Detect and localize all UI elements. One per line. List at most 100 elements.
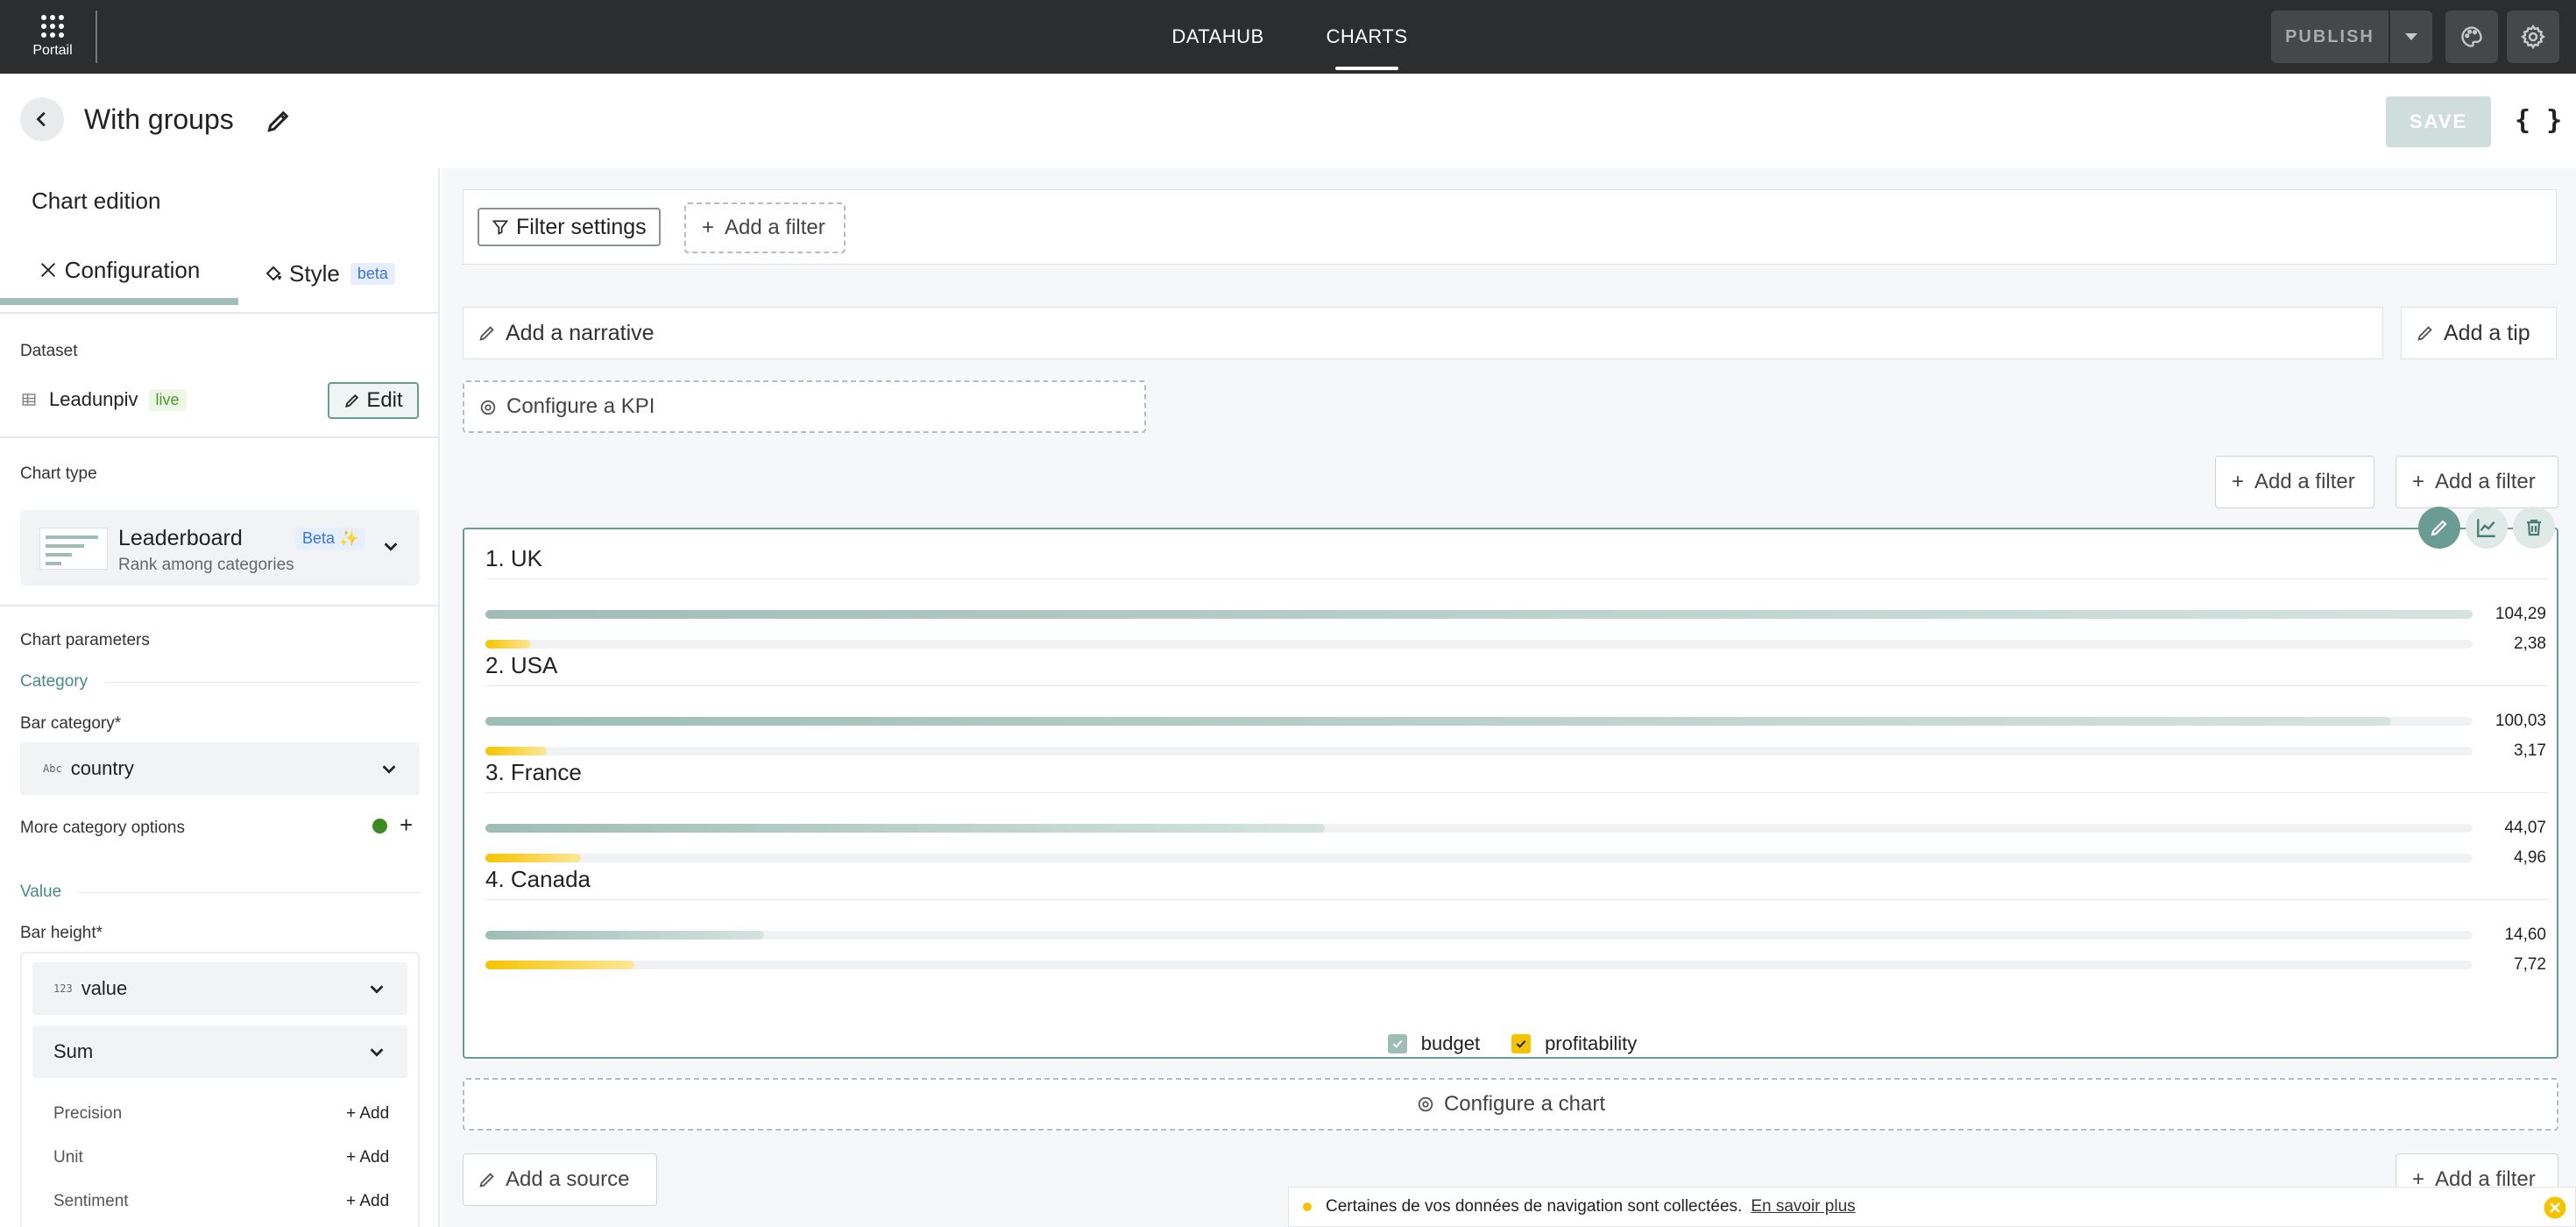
- bar-category-label: Bar category*: [20, 714, 122, 733]
- cookie-text: Certaines de vos données de navigation s…: [1326, 1197, 1743, 1216]
- add-tip-button[interactable]: Add a tip: [2401, 307, 2557, 359]
- delete-chart-button[interactable]: [2513, 507, 2555, 549]
- tab-configuration[interactable]: Configuration: [0, 242, 238, 305]
- legend-item-profitability[interactable]: profitability: [1511, 1032, 1637, 1055]
- save-button[interactable]: SAVE: [2386, 96, 2491, 147]
- budget-bar[interactable]: [485, 824, 1325, 833]
- close-icon[interactable]: [2542, 1195, 2568, 1221]
- chevron-down-icon: [370, 985, 384, 994]
- pencil-icon: [479, 1173, 494, 1188]
- apps-grid-icon: [41, 15, 64, 38]
- chart-type-select[interactable]: Leaderboard Beta ✨ Rank among categories: [20, 510, 420, 585]
- edit-dataset-label: Edit: [366, 388, 403, 412]
- aggregation-select[interactable]: Sum: [32, 1025, 407, 1078]
- profitability-bar-track: [485, 640, 2473, 649]
- profitability-bar[interactable]: [485, 961, 634, 969]
- more-category-options-label[interactable]: More category options: [20, 819, 185, 838]
- add-filter-label: Add a filter: [725, 216, 825, 239]
- profitability-value-label: 7,72: [2514, 955, 2546, 974]
- leaderboard-thumbnail-icon: [39, 528, 108, 570]
- add-category-option-button[interactable]: +: [400, 812, 413, 839]
- budget-bar-track: [485, 717, 2473, 726]
- configure-kpi-button[interactable]: Configure a KPI: [463, 380, 1146, 433]
- aggregation-value: Sum: [53, 1040, 94, 1062]
- sidebar-title: Chart edition: [32, 188, 161, 214]
- chart-parameters-title: Chart parameters: [20, 631, 150, 649]
- bar-height-select[interactable]: 123 value: [32, 962, 407, 1015]
- add-narrative-button[interactable]: Add a narrative: [463, 307, 2383, 359]
- publish-button[interactable]: PUBLISH: [2271, 11, 2388, 63]
- filter-settings-label: Filter settings: [516, 214, 647, 239]
- budget-bar[interactable]: [485, 610, 2473, 619]
- edit-chart-button[interactable]: [2418, 507, 2460, 549]
- portail-menu-button[interactable]: Portail: [21, 9, 84, 65]
- plus-icon: +: [2232, 470, 2245, 493]
- json-editor-button[interactable]: { }: [2515, 105, 2562, 136]
- tools-icon: [40, 263, 55, 277]
- chart-type-description: Rank among categories: [118, 556, 294, 574]
- dataset-label: Dataset: [20, 342, 78, 360]
- tab-style[interactable]: Style beta: [263, 242, 438, 305]
- number-type-icon: 123: [53, 982, 73, 995]
- add-label: Add: [359, 1104, 390, 1123]
- add-unit-button[interactable]: + Add: [346, 1148, 389, 1167]
- row-divider: [485, 792, 2548, 793]
- value-field-group: 123 value Sum Precision + Add Unit + Add…: [20, 952, 420, 1227]
- profitability-bar[interactable]: [485, 747, 547, 755]
- configure-chart-button[interactable]: Configure a chart: [463, 1078, 2558, 1131]
- edit-dataset-button[interactable]: Edit: [328, 382, 419, 419]
- chart-insights-button[interactable]: [2466, 507, 2508, 549]
- filter-icon: [492, 220, 509, 235]
- pencil-icon: [479, 326, 494, 341]
- dataset-row: Leadunpiv live: [21, 388, 187, 411]
- section-line: [79, 892, 421, 893]
- add-filter-label: Add a filter: [2435, 470, 2536, 493]
- leaderboard-item-title: 1. UK: [485, 545, 543, 571]
- publish-dropdown-button[interactable]: [2390, 11, 2432, 63]
- add-sentiment-button[interactable]: + Add: [346, 1192, 389, 1211]
- profitability-value-label: 3,17: [2514, 741, 2546, 760]
- divider: [0, 312, 438, 314]
- add-precision-button[interactable]: + Add: [346, 1104, 389, 1124]
- page-title: With groups: [84, 103, 234, 135]
- checkbox-icon[interactable]: [1511, 1034, 1532, 1053]
- add-source-button[interactable]: Add a source: [463, 1153, 657, 1206]
- category-section-title: Category: [20, 672, 88, 691]
- profitability-bar[interactable]: [485, 640, 531, 649]
- budget-value-label: 100,03: [2495, 712, 2546, 730]
- nav-active-indicator: [1335, 67, 1398, 70]
- bar-height-value: value: [81, 977, 128, 999]
- bar-category-select[interactable]: Abc country: [20, 742, 420, 795]
- text-type-icon: Abc: [43, 762, 62, 775]
- chart-legend: budget profitability: [464, 1032, 2560, 1055]
- table-icon: [22, 394, 36, 406]
- chevron-down-icon: [382, 765, 396, 774]
- budget-bar[interactable]: [485, 931, 764, 940]
- leaderboard-chart[interactable]: 1. UK 104,29 2,38 2. USA 100,03 3,17 3. France…: [463, 528, 2558, 1059]
- add-filter-button[interactable]: + Add a filter: [2215, 456, 2374, 508]
- filter-settings-button[interactable]: Filter settings: [478, 208, 661, 246]
- beta-badge: beta: [350, 262, 395, 285]
- legend-item-budget[interactable]: budget: [1387, 1032, 1480, 1055]
- profitability-bar[interactable]: [485, 854, 581, 862]
- chevron-left-icon: [36, 111, 46, 127]
- checkbox-icon[interactable]: [1387, 1034, 1407, 1053]
- status-dot: [372, 819, 387, 833]
- page-header: With groups SAVE { }: [0, 74, 2576, 168]
- pencil-icon: [2417, 326, 2432, 341]
- back-button[interactable]: [20, 97, 64, 141]
- nav-datahub[interactable]: DATAHUB: [1169, 0, 1267, 74]
- gear-icon: [480, 400, 496, 415]
- settings-button[interactable]: [2507, 11, 2559, 63]
- theme-button[interactable]: [2445, 11, 2498, 63]
- add-filter-button[interactable]: + Add a filter: [2396, 456, 2558, 508]
- live-badge: live: [148, 388, 187, 411]
- cookie-learn-more-link[interactable]: En savoir plus: [1751, 1197, 1855, 1216]
- legend-label: profitability: [1545, 1032, 1638, 1054]
- pencil-icon: [345, 394, 359, 408]
- add-filter-button[interactable]: + Add a filter: [684, 202, 846, 253]
- divider: [0, 436, 438, 438]
- pencil-icon[interactable]: [265, 107, 293, 135]
- budget-bar[interactable]: [485, 717, 2391, 726]
- nav-charts[interactable]: CHARTS: [1325, 0, 1409, 74]
